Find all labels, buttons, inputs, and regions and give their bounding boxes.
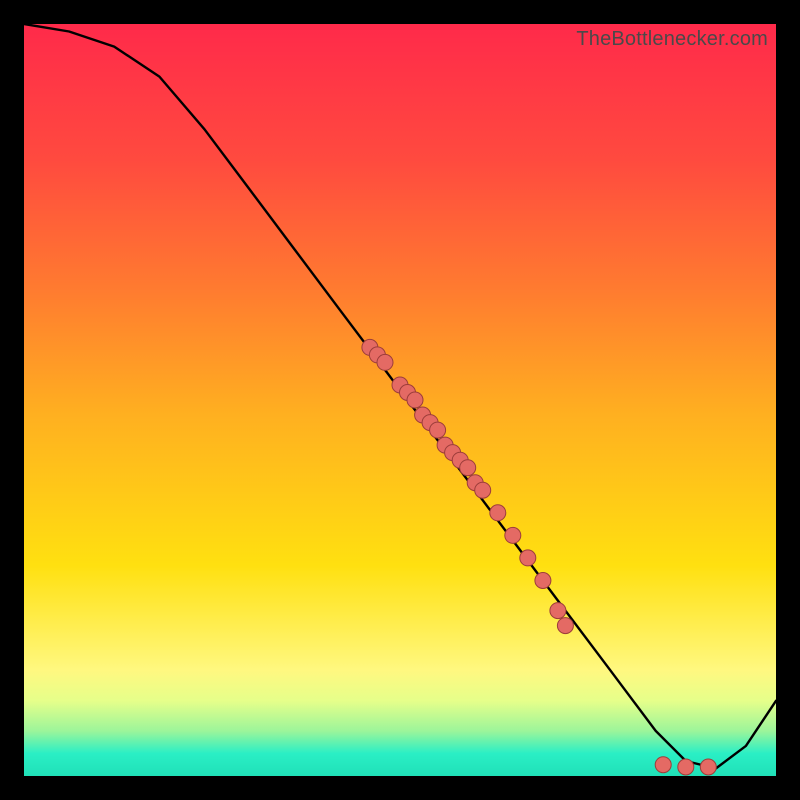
data-marker bbox=[407, 392, 423, 408]
data-marker bbox=[377, 354, 393, 370]
data-marker bbox=[700, 759, 716, 775]
chart-stage: TheBottlenecker.com bbox=[0, 0, 800, 800]
data-markers-group bbox=[362, 339, 716, 775]
data-marker bbox=[520, 550, 536, 566]
data-marker bbox=[655, 757, 671, 773]
data-marker bbox=[430, 422, 446, 438]
data-marker bbox=[678, 759, 694, 775]
data-marker bbox=[475, 482, 491, 498]
data-marker bbox=[550, 603, 566, 619]
data-marker bbox=[490, 505, 506, 521]
chart-overlay bbox=[24, 24, 776, 776]
data-marker bbox=[460, 460, 476, 476]
data-marker bbox=[557, 618, 573, 634]
data-marker bbox=[535, 573, 551, 589]
data-marker bbox=[505, 527, 521, 543]
chart-plot-area: TheBottlenecker.com bbox=[24, 24, 776, 776]
